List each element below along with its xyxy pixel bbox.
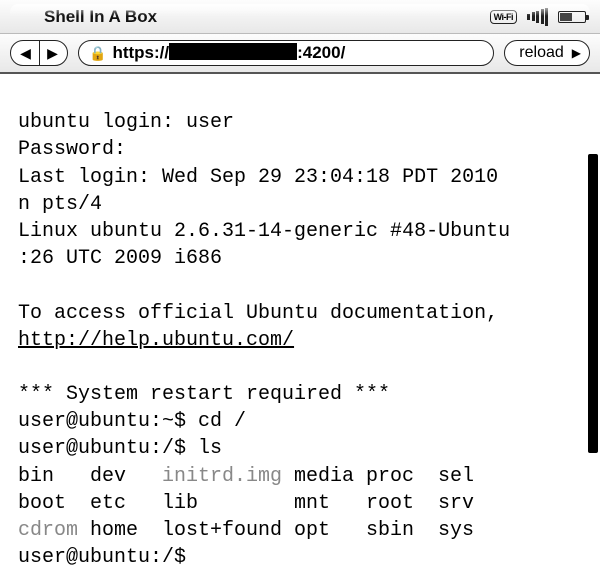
nav-separator <box>39 41 40 65</box>
line-lastlogin-1: Last login: Wed Sep 29 23:04:18 PDT 2010 <box>18 166 498 189</box>
line-prompt-3: user@ubuntu:/$ <box>18 546 198 569</box>
ls-entry: sys <box>438 517 600 544</box>
line-restart: *** System restart required *** <box>18 383 390 406</box>
chevron-right-icon: ▶ <box>572 46 581 60</box>
ls-listing: bindevinitrd.imgmediaprocsel bootetclibmn… <box>18 463 600 545</box>
line-prompt-1: user@ubuntu:~$ cd / <box>18 410 246 433</box>
ls-entry: lost+found <box>162 517 294 544</box>
ls-entry: boot <box>18 490 90 517</box>
ls-entry: cdrom <box>18 517 90 544</box>
line-uname-2: :26 UTC 2009 i686 <box>18 247 222 270</box>
url-text: https:// :4200/ <box>112 43 483 63</box>
line-prompt-2: user@ubuntu:/$ ls <box>18 437 222 460</box>
line-lastlogin-2: n pts/4 <box>18 193 102 216</box>
address-bar[interactable]: 🔒 https:// :4200/ <box>78 40 494 66</box>
ls-entry: sbin <box>366 517 438 544</box>
line-login: ubuntu login: user <box>18 111 234 134</box>
ls-entry: root <box>366 490 438 517</box>
url-scheme: https:// <box>112 43 169 62</box>
terminal-output[interactable]: ubuntu login: user Password: Last login:… <box>0 74 600 571</box>
title-bar: Shell In A Box Wi-Fi <box>0 0 600 34</box>
line-password: Password: <box>18 138 126 161</box>
url-port: :4200/ <box>297 43 345 62</box>
back-button[interactable]: ◀ <box>15 46 37 60</box>
ls-entry: dev <box>90 463 162 490</box>
reload-label: reload <box>519 44 563 62</box>
nav-buttons: ◀ ▶ <box>10 40 68 66</box>
ls-entry: proc <box>366 463 438 490</box>
ls-entry: srv <box>438 490 600 517</box>
ls-entry: opt <box>294 517 366 544</box>
url-host-redacted <box>169 43 297 60</box>
signal-icon <box>527 8 548 26</box>
ls-entry: initrd.img <box>162 463 294 490</box>
reload-button[interactable]: reload ▶ <box>504 40 590 66</box>
lock-icon: 🔒 <box>89 46 106 60</box>
page-title: Shell In A Box <box>44 7 490 27</box>
docs-link[interactable]: http://help.ubuntu.com/ <box>18 329 294 352</box>
status-icons: Wi-Fi <box>490 8 586 26</box>
line-docs: To access official Ubuntu documentation, <box>18 302 498 325</box>
ls-entry: etc <box>90 490 162 517</box>
scrollbar[interactable] <box>588 154 598 519</box>
battery-icon <box>558 11 586 23</box>
scrollbar-thumb[interactable] <box>588 154 598 453</box>
ls-entry: lib <box>162 490 294 517</box>
browser-toolbar: ◀ ▶ 🔒 https:// :4200/ reload ▶ <box>0 34 600 74</box>
ls-entry: media <box>294 463 366 490</box>
ls-entry: mnt <box>294 490 366 517</box>
ls-entry: home <box>90 517 162 544</box>
ls-entry: bin <box>18 463 90 490</box>
ls-entry: sel <box>438 463 600 490</box>
line-uname-1: Linux ubuntu 2.6.31-14-generic #48-Ubunt… <box>18 220 510 243</box>
forward-button[interactable]: ▶ <box>42 46 64 60</box>
wifi-icon: Wi-Fi <box>490 10 517 24</box>
